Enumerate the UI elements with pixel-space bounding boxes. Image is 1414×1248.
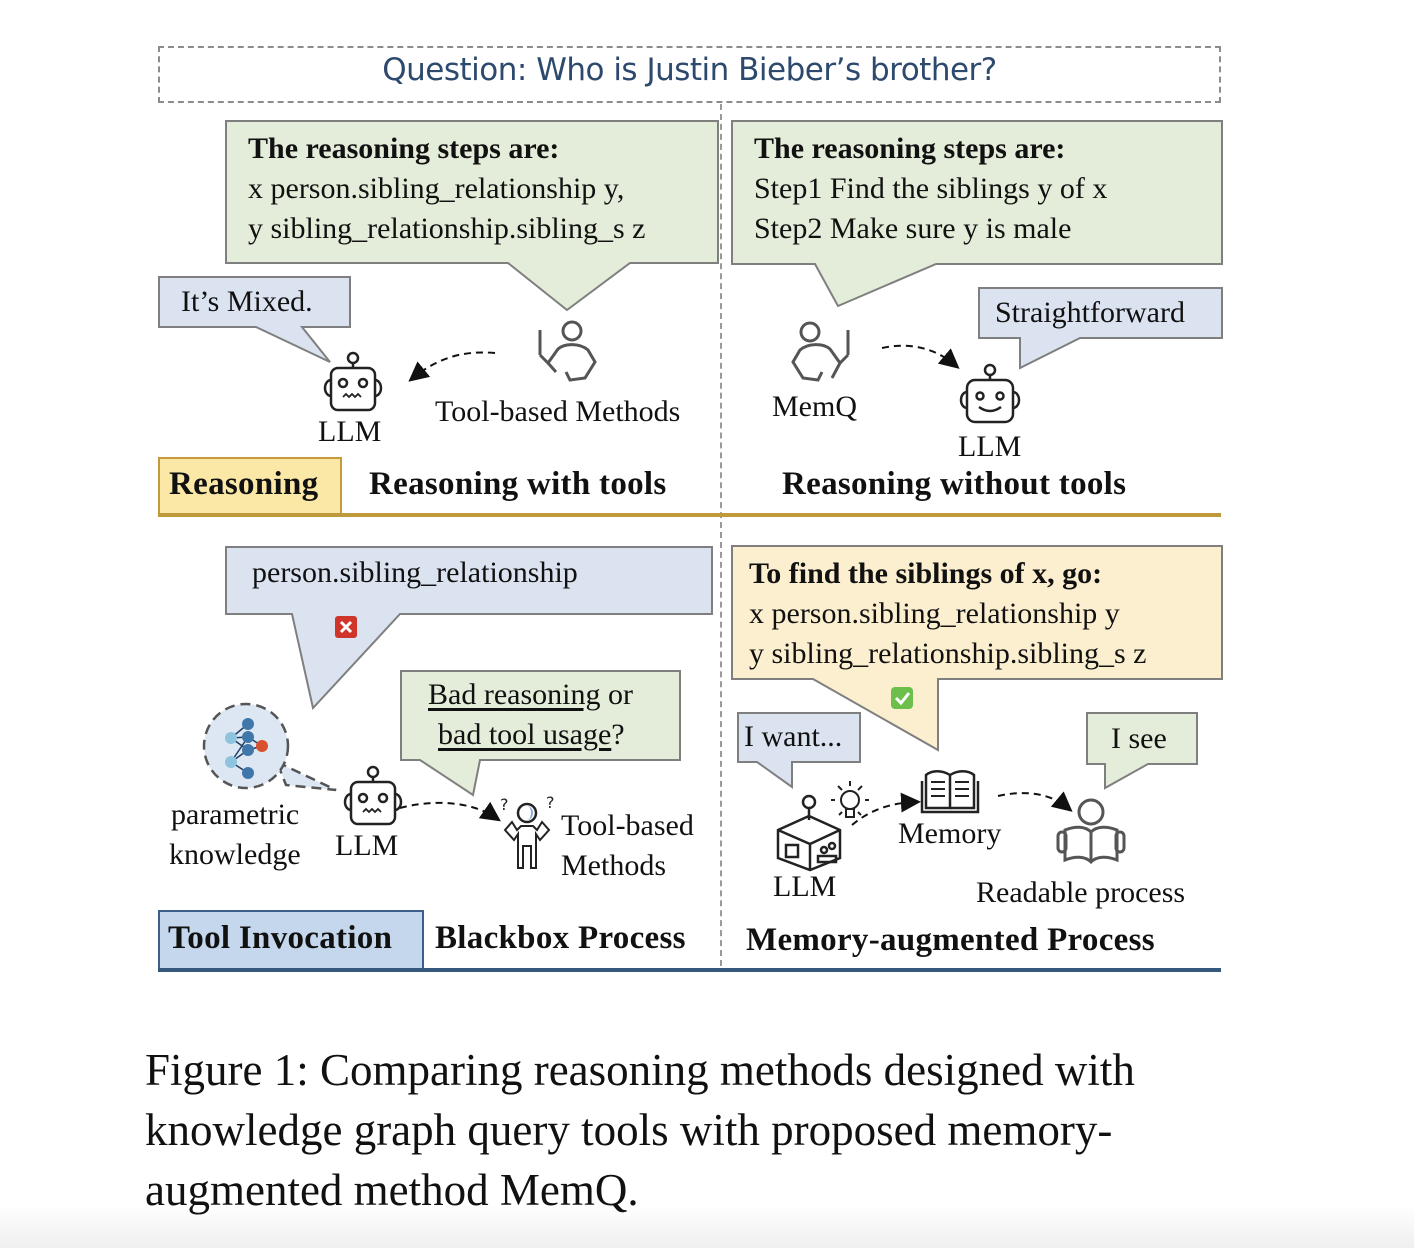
teacher-icon (538, 320, 597, 382)
svg-text:?: ? (500, 795, 509, 814)
br-bubble-line-2: y sibling_relationship.sibling_s z (749, 637, 1147, 670)
llm-robot-happy-icon (959, 363, 1021, 424)
tl-bubble-line-1: x person.sibling_relationship y, (248, 172, 625, 205)
br-arrow-2 (997, 791, 1073, 812)
tl-bubble-title: The reasoning steps are: (248, 132, 560, 165)
memq-teacher-icon (791, 321, 850, 382)
bl-section-title: Blackbox Process (435, 920, 686, 956)
parametric-knowledge-icon (202, 702, 337, 792)
tl-section-title: Reasoning with tools (369, 466, 667, 502)
br-bubble-title: To find the siblings of x, go: (749, 557, 1103, 590)
br-llm-label: LLM (773, 870, 837, 903)
br-bubble-line-1: x person.sibling_relationship y (749, 597, 1120, 630)
tl-llm-bubble-text: It’s Mixed. (181, 285, 313, 318)
lightbulb-icon (831, 781, 869, 818)
tool-invocation-tag-label: Tool Invocation (168, 920, 393, 956)
svg-text:?: ? (546, 793, 555, 812)
br-section-title: Memory-augmented Process (746, 922, 1155, 958)
br-reader-bubble-text: I see (1111, 722, 1167, 755)
tr-bubble-line-1: Step1 Find the siblings y of x (754, 172, 1108, 205)
tl-bubble-line-2: y sibling_relationship.sibling_s z (248, 212, 646, 245)
reader-icon (1056, 798, 1126, 865)
br-reader-label: Readable process (976, 876, 1186, 909)
br-llm-bubble-text: I want... (744, 720, 843, 753)
llm-robot-dizzy-icon-2 (343, 765, 403, 826)
bl-param-label-2: knowledge (169, 838, 301, 871)
bl-tool-label-1: Tool-based (561, 809, 694, 842)
x-mark-icon (335, 616, 357, 638)
bl-question-line-1: Bad reasoning or (428, 678, 633, 712)
check-mark-icon (891, 687, 913, 709)
figure-caption: Figure 1: Comparing reasoning methods de… (145, 1045, 1135, 1215)
tl-llm-label: LLM (318, 415, 382, 448)
bad-reasoning-text: Bad reasoning (428, 678, 601, 711)
tr-llm-label: LLM (958, 430, 1022, 463)
tool-invocation-rule (158, 968, 1221, 972)
llm-robot-dizzy-icon (323, 351, 383, 412)
question-mark-text: ? (611, 718, 625, 751)
bl-question-line-2: bad tool usage? (438, 718, 625, 752)
reasoning-tag-label: Reasoning (169, 466, 319, 502)
or-text: or (600, 678, 633, 711)
br-memory-label: Memory (898, 817, 1002, 850)
tr-section-title: Reasoning without tools (782, 466, 1127, 502)
llm-cube-robot-icon (776, 794, 842, 872)
tr-bubble-line-2: Step2 Make sure y is male (754, 212, 1072, 245)
tr-bubble-title: The reasoning steps are: (754, 132, 1066, 165)
bl-tool-label-2: Methods (561, 849, 666, 882)
bl-llm-label: LLM (335, 829, 399, 862)
tl-tool-label: Tool-based Methods (435, 395, 681, 428)
memory-book-icon (920, 770, 980, 814)
bl-param-label-1: parametric (171, 798, 300, 831)
bl-arrow (399, 801, 501, 822)
tl-arrow (408, 351, 496, 382)
reasoning-rule (158, 513, 1221, 517)
bad-tool-usage-text: bad tool usage (438, 718, 612, 751)
tr-arrow (881, 344, 960, 369)
bl-bubble-text: person.sibling_relationship (252, 556, 578, 589)
tr-llm-bubble-text: Straightforward (995, 296, 1185, 329)
tr-memq-label: MemQ (772, 390, 857, 423)
confused-person-icon: ? ? (500, 793, 555, 869)
